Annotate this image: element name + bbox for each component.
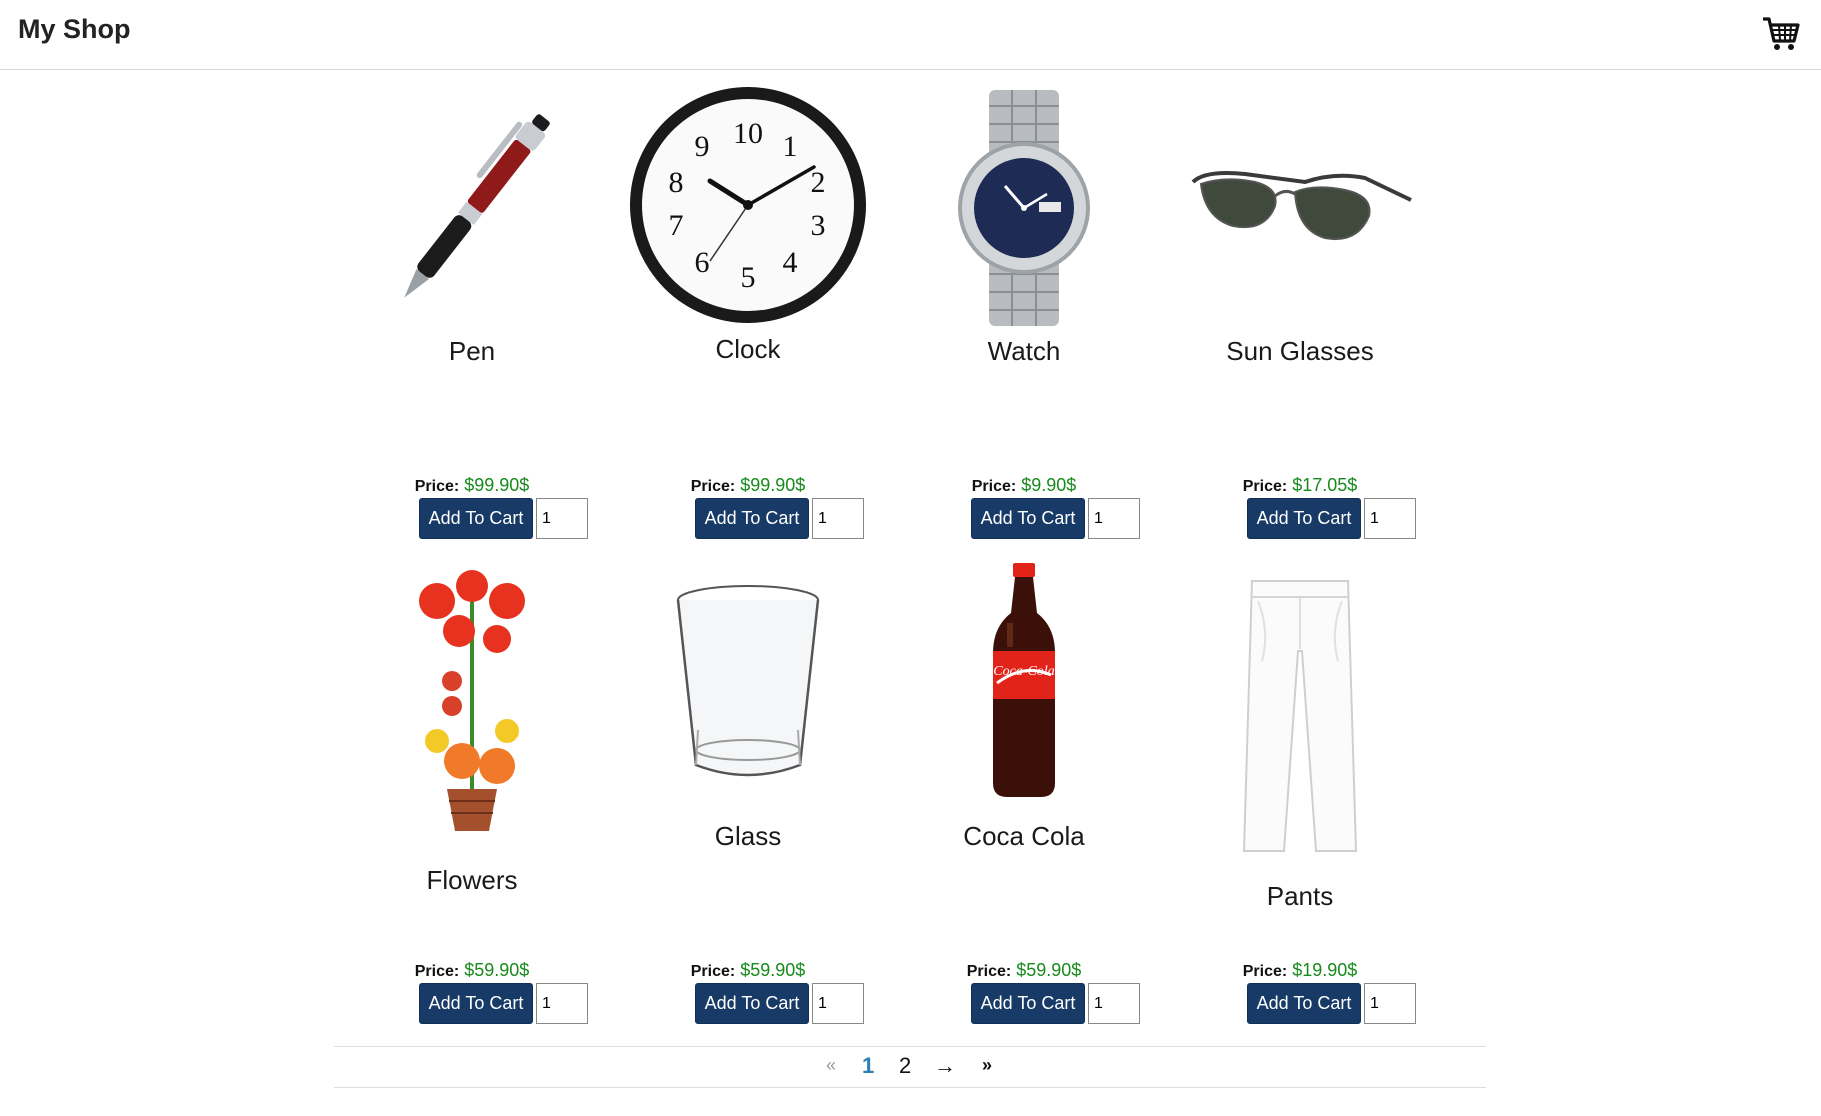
pants-image[interactable]: [1162, 571, 1438, 861]
product-card: Pen Price: $99.90$ Add To Cart: [334, 80, 610, 565]
price-label: Price:: [966, 963, 1012, 980]
product-price: Price: $59.90$: [334, 960, 610, 981]
add-to-cart-button[interactable]: Add To Cart: [419, 983, 533, 1024]
price-value: $59.90$: [740, 960, 806, 980]
pen-image[interactable]: [334, 86, 610, 336]
page-2-link[interactable]: 2: [899, 1053, 911, 1079]
coca-cola-image[interactable]: Coca-Cola: [886, 561, 1162, 801]
last-page-link[interactable]: »: [982, 1055, 992, 1076]
price-label: Price:: [690, 963, 736, 980]
sunglasses-image[interactable]: [1162, 150, 1438, 270]
product-actions: Add To Cart: [1247, 983, 1416, 1024]
pagination: « 1 2 → »: [334, 1046, 1486, 1088]
price-value: $99.90$: [464, 475, 530, 495]
quantity-input[interactable]: [812, 498, 864, 539]
product-name[interactable]: Glass: [610, 821, 886, 852]
next-page-arrow-icon[interactable]: →: [934, 1053, 956, 1079]
product-name[interactable]: Sun Glasses: [1162, 336, 1438, 367]
product-card: Coca-Cola Coca Cola Price: $59.90$ Add T…: [886, 563, 1162, 1050]
price-label: Price:: [1242, 478, 1288, 495]
quantity-input[interactable]: [1364, 983, 1416, 1024]
product-price: Price: $19.90$: [1162, 960, 1438, 981]
product-price: Price: $9.90$: [886, 475, 1162, 496]
clock-image[interactable]: 10 1 2 3 4 5 6 7 8 9: [610, 80, 886, 330]
svg-text:5: 5: [741, 261, 756, 294]
flowers-image[interactable]: [334, 561, 610, 851]
product-actions: Add To Cart: [419, 983, 588, 1024]
product-grid: Pen Price: $99.90$ Add To Cart 10 1 2 3 …: [334, 80, 1486, 1050]
price-value: $59.90$: [464, 960, 530, 980]
add-to-cart-button[interactable]: Add To Cart: [971, 498, 1085, 539]
product-name[interactable]: Watch: [886, 336, 1162, 367]
quantity-input[interactable]: [536, 983, 588, 1024]
product-actions: Add To Cart: [695, 983, 864, 1024]
product-price: Price: $99.90$: [610, 475, 886, 496]
price-value: $99.90$: [740, 475, 806, 495]
add-to-cart-button[interactable]: Add To Cart: [1247, 498, 1361, 539]
quantity-input[interactable]: [1088, 498, 1140, 539]
svg-text:9: 9: [695, 130, 710, 163]
svg-text:2: 2: [811, 166, 826, 199]
svg-text:10: 10: [733, 117, 763, 150]
watch-image[interactable]: [886, 88, 1162, 328]
product-price: Price: $59.90$: [886, 960, 1162, 981]
product-card: Pants Price: $19.90$ Add To Cart: [1162, 565, 1438, 1050]
glass-image[interactable]: [610, 575, 886, 795]
price-label: Price:: [971, 478, 1017, 495]
svg-text:3: 3: [811, 209, 826, 242]
product-actions: Add To Cart: [971, 498, 1140, 539]
product-price: Price: $99.90$: [334, 475, 610, 496]
page-1-link[interactable]: 1: [862, 1053, 874, 1079]
product-name[interactable]: Coca Cola: [886, 821, 1162, 852]
price-label: Price:: [690, 478, 736, 495]
add-to-cart-button[interactable]: Add To Cart: [695, 983, 809, 1024]
add-to-cart-button[interactable]: Add To Cart: [419, 498, 533, 539]
product-card: Glass Price: $59.90$ Add To Cart: [610, 565, 886, 1050]
quantity-input[interactable]: [1364, 498, 1416, 539]
product-card: Flowers Price: $59.90$ Add To Cart: [334, 565, 610, 1050]
price-value: $17.05$: [1292, 475, 1358, 495]
add-to-cart-button[interactable]: Add To Cart: [971, 983, 1085, 1024]
product-name[interactable]: Clock: [610, 334, 886, 365]
svg-text:7: 7: [669, 209, 684, 242]
product-card: Watch Price: $9.90$ Add To Cart: [886, 80, 1162, 565]
price-value: $9.90$: [1021, 475, 1077, 495]
product-name[interactable]: Flowers: [334, 865, 610, 896]
svg-text:6: 6: [695, 246, 710, 279]
svg-text:4: 4: [783, 246, 798, 279]
quantity-input[interactable]: [1088, 983, 1140, 1024]
product-actions: Add To Cart: [1247, 498, 1416, 539]
price-value: $59.90$: [1016, 960, 1082, 980]
add-to-cart-button[interactable]: Add To Cart: [1247, 983, 1361, 1024]
shop-title[interactable]: My Shop: [18, 14, 131, 45]
product-price: Price: $17.05$: [1162, 475, 1438, 496]
product-name[interactable]: Pants: [1162, 881, 1438, 912]
product-card: Sun Glasses Price: $17.05$ Add To Cart: [1162, 80, 1438, 565]
product-actions: Add To Cart: [695, 498, 864, 539]
product-actions: Add To Cart: [971, 983, 1140, 1024]
price-value: $19.90$: [1292, 960, 1358, 980]
first-page-link[interactable]: «: [826, 1055, 836, 1076]
svg-text:1: 1: [783, 130, 798, 163]
product-price: Price: $59.90$: [610, 960, 886, 981]
add-to-cart-button[interactable]: Add To Cart: [695, 498, 809, 539]
product-card: 10 1 2 3 4 5 6 7 8 9 Clock Price: $99.90…: [610, 80, 886, 565]
price-label: Price:: [414, 478, 460, 495]
price-label: Price:: [1242, 963, 1288, 980]
svg-text:8: 8: [669, 166, 684, 199]
top-bar: My Shop: [0, 0, 1821, 70]
svg-text:Coca-Cola: Coca-Cola: [993, 664, 1054, 679]
product-actions: Add To Cart: [419, 498, 588, 539]
product-name[interactable]: Pen: [334, 336, 610, 367]
shopping-cart-icon[interactable]: [1761, 14, 1801, 54]
quantity-input[interactable]: [536, 498, 588, 539]
quantity-input[interactable]: [812, 983, 864, 1024]
price-label: Price:: [414, 963, 460, 980]
